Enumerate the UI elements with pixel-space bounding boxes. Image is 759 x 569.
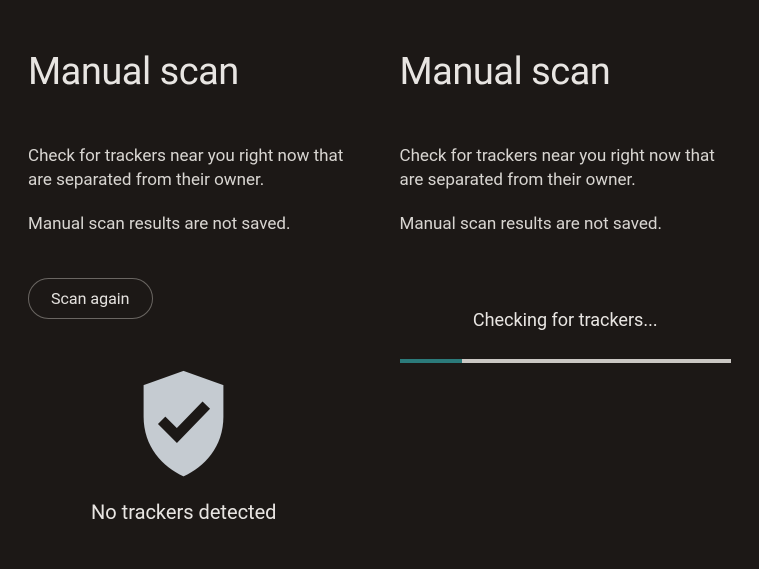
result-section: No trackers detected	[28, 369, 360, 524]
left-panel: Manual scan Check for trackers near you …	[0, 0, 380, 569]
page-title-left: Manual scan	[28, 50, 360, 94]
checking-status-text: Checking for trackers...	[400, 310, 732, 331]
description-text-1-right: Check for trackers near you right now th…	[400, 144, 732, 192]
result-text: No trackers detected	[28, 500, 340, 524]
progress-bar	[400, 359, 732, 363]
page-title-right: Manual scan	[400, 50, 732, 94]
checking-section: Checking for trackers...	[400, 310, 732, 363]
description-text-2-right: Manual scan results are not saved.	[400, 212, 732, 236]
description-text-1-left: Check for trackers near you right now th…	[28, 144, 360, 192]
right-panel: Manual scan Check for trackers near you …	[380, 0, 759, 569]
scan-again-button[interactable]: Scan again	[28, 278, 153, 319]
shield-check-icon	[136, 369, 231, 479]
progress-fill	[400, 359, 463, 363]
description-text-2-left: Manual scan results are not saved.	[28, 212, 360, 236]
